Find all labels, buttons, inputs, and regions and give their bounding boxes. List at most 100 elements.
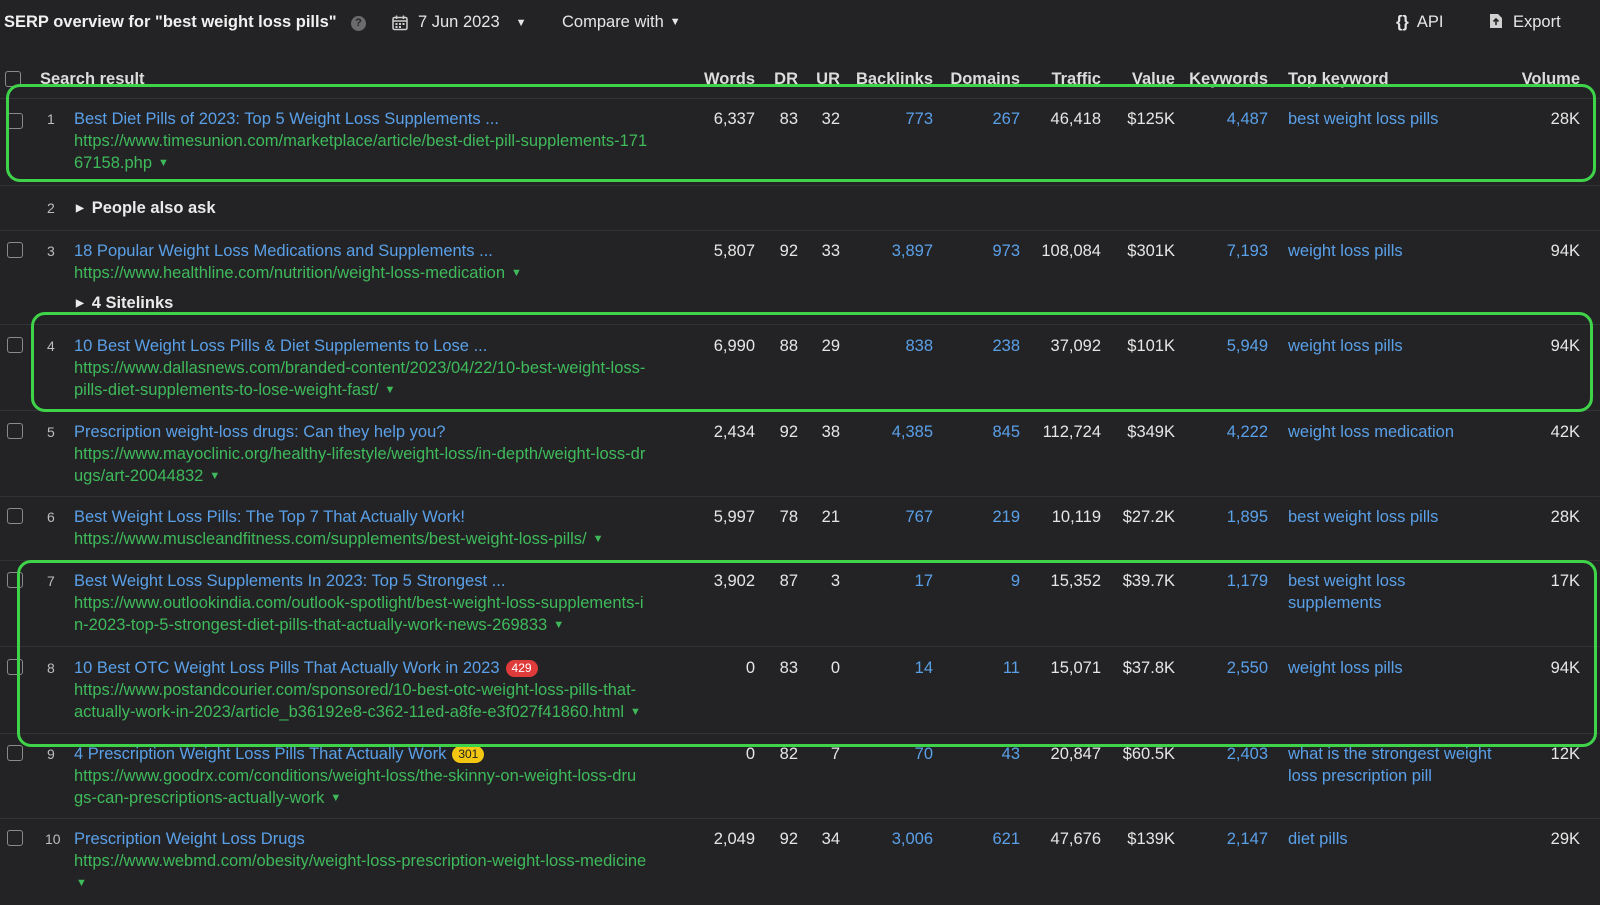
result-url[interactable]: https://www.healthline.com/nutrition/wei… bbox=[74, 262, 522, 284]
row-checkbox[interactable] bbox=[7, 423, 23, 439]
backlinks-link[interactable]: 773 bbox=[850, 108, 933, 130]
date-picker[interactable]: 7 Jun 2023 ▼ bbox=[392, 13, 527, 32]
top-keyword-link[interactable]: best weight loss pills bbox=[1288, 108, 1438, 130]
result-url-cont[interactable]: n-2023-top-5-strongest-diet-pills-that-a… bbox=[74, 614, 564, 636]
keywords-link[interactable]: 1,179 bbox=[1185, 570, 1268, 592]
top-keyword-link[interactable]: best weight loss pills bbox=[1288, 506, 1438, 528]
top-keyword-link[interactable]: diet pills bbox=[1288, 828, 1348, 850]
domains-link[interactable]: 845 bbox=[945, 421, 1020, 443]
top-keyword-link[interactable]: what is the strongest weight bbox=[1288, 743, 1492, 765]
top-keyword-link[interactable]: best weight loss bbox=[1288, 570, 1405, 592]
keywords-link[interactable]: 5,949 bbox=[1185, 335, 1268, 357]
backlinks-link[interactable]: 4,385 bbox=[850, 421, 933, 443]
keywords-link[interactable]: 2,403 bbox=[1185, 743, 1268, 765]
keywords-link[interactable]: 4,222 bbox=[1185, 421, 1268, 443]
top-keyword-link[interactable]: weight loss pills bbox=[1288, 657, 1403, 679]
result-url-cont[interactable]: gs-can-prescriptions-actually-work ▼ bbox=[74, 787, 341, 809]
col-search-result[interactable]: Search result bbox=[40, 70, 145, 89]
chevron-down-icon[interactable]: ▼ bbox=[511, 267, 522, 279]
backlinks-link[interactable]: 14 bbox=[850, 657, 933, 679]
result-url[interactable]: https://www.webmd.com/obesity/weight-los… bbox=[74, 850, 646, 872]
col-value[interactable]: Value bbox=[1110, 70, 1175, 89]
top-keyword-link[interactable]: weight loss pills bbox=[1288, 240, 1403, 262]
row-checkbox[interactable] bbox=[7, 508, 23, 524]
chevron-down-icon[interactable]: ▼ bbox=[630, 706, 641, 718]
result-title[interactable]: 18 Popular Weight Loss Medications and S… bbox=[74, 240, 493, 262]
domains-link[interactable]: 43 bbox=[945, 743, 1020, 765]
result-url[interactable]: https://www.postandcourier.com/sponsored… bbox=[74, 679, 636, 701]
col-keywords[interactable]: Keywords bbox=[1185, 70, 1268, 89]
result-url-cont[interactable]: actually-work-in-2023/article_b36192e8-c… bbox=[74, 701, 641, 723]
backlinks-link[interactable]: 3,897 bbox=[850, 240, 933, 262]
api-button[interactable]: {} API bbox=[1396, 13, 1443, 32]
result-url-cont[interactable]: ugs/art-20044832 ▼ bbox=[74, 465, 220, 487]
backlinks-link[interactable]: 70 bbox=[850, 743, 933, 765]
top-keyword-link-cont[interactable]: loss prescription pill bbox=[1288, 765, 1432, 787]
domains-link[interactable]: 267 bbox=[945, 108, 1020, 130]
chevron-down-icon[interactable]: ▼ bbox=[158, 157, 169, 169]
col-backlinks[interactable]: Backlinks bbox=[850, 70, 933, 89]
result-url[interactable]: https://www.outlookindia.com/outlook-spo… bbox=[74, 592, 644, 614]
row-checkbox[interactable] bbox=[7, 572, 23, 588]
result-title[interactable]: Best Weight Loss Pills: The Top 7 That A… bbox=[74, 506, 465, 528]
domains-link[interactable]: 9 bbox=[945, 570, 1020, 592]
help-icon[interactable]: ? bbox=[351, 16, 366, 31]
result-url-cont[interactable]: pills-diet-supplements-to-lose-weight-fa… bbox=[74, 379, 395, 401]
backlinks-link[interactable]: 767 bbox=[850, 506, 933, 528]
keywords-link[interactable]: 4,487 bbox=[1185, 108, 1268, 130]
chevron-down-icon[interactable]: ▼ bbox=[209, 470, 220, 482]
col-top-keyword[interactable]: Top keyword bbox=[1288, 70, 1389, 89]
result-url[interactable]: https://www.muscleandfitness.com/supplem… bbox=[74, 528, 604, 550]
result-title[interactable]: Prescription weight-loss drugs: Can they… bbox=[74, 421, 445, 443]
result-url-cont[interactable]: 67158.php ▼ bbox=[74, 152, 169, 174]
row-checkbox[interactable] bbox=[7, 242, 23, 258]
result-url[interactable]: https://www.goodrx.com/conditions/weight… bbox=[74, 765, 636, 787]
url-expand[interactable]: ▼ bbox=[76, 872, 87, 894]
row-checkbox[interactable] bbox=[7, 659, 23, 675]
chevron-down-icon[interactable]: ▼ bbox=[593, 533, 604, 545]
row-checkbox[interactable] bbox=[7, 745, 23, 761]
chevron-down-icon[interactable]: ▼ bbox=[553, 619, 564, 631]
keywords-link[interactable]: 1,895 bbox=[1185, 506, 1268, 528]
row-checkbox[interactable] bbox=[7, 113, 23, 129]
keywords-link[interactable]: 2,550 bbox=[1185, 657, 1268, 679]
top-keyword-link-cont[interactable]: supplements bbox=[1288, 592, 1382, 614]
export-button[interactable]: Export bbox=[1489, 13, 1561, 32]
result-title[interactable]: 10 Best OTC Weight Loss Pills That Actua… bbox=[74, 657, 538, 679]
people-also-ask-toggle[interactable]: ▶ People also ask bbox=[76, 197, 216, 220]
backlinks-link[interactable]: 17 bbox=[850, 570, 933, 592]
result-title[interactable]: 10 Best Weight Loss Pills & Diet Supplem… bbox=[74, 335, 487, 357]
col-domains[interactable]: Domains bbox=[945, 70, 1020, 89]
chevron-down-icon[interactable]: ▼ bbox=[384, 384, 395, 396]
chevron-down-icon[interactable]: ▼ bbox=[330, 792, 341, 804]
row-checkbox[interactable] bbox=[7, 337, 23, 353]
backlinks-link[interactable]: 838 bbox=[850, 335, 933, 357]
result-url[interactable]: https://www.mayoclinic.org/healthy-lifes… bbox=[74, 443, 645, 465]
keywords-link[interactable]: 7,193 bbox=[1185, 240, 1268, 262]
result-title[interactable]: Best Weight Loss Supplements In 2023: To… bbox=[74, 570, 505, 592]
col-ur[interactable]: UR bbox=[805, 70, 840, 89]
top-keyword-link[interactable]: weight loss medication bbox=[1288, 421, 1454, 443]
col-words[interactable]: Words bbox=[690, 70, 755, 89]
top-keyword-link[interactable]: weight loss pills bbox=[1288, 335, 1403, 357]
domains-link[interactable]: 621 bbox=[945, 828, 1020, 850]
domains-link[interactable]: 11 bbox=[945, 657, 1020, 679]
backlinks-link[interactable]: 3,006 bbox=[850, 828, 933, 850]
result-url[interactable]: https://www.timesunion.com/marketplace/a… bbox=[74, 130, 647, 152]
col-traffic[interactable]: Traffic bbox=[1030, 70, 1101, 89]
select-all-checkbox[interactable] bbox=[5, 71, 21, 87]
domains-link[interactable]: 219 bbox=[945, 506, 1020, 528]
sitelinks-toggle[interactable]: ▶ 4 Sitelinks bbox=[76, 292, 173, 315]
result-title[interactable]: Prescription Weight Loss Drugs bbox=[74, 828, 305, 850]
result-url[interactable]: https://www.dallasnews.com/branded-conte… bbox=[74, 357, 645, 379]
row-checkbox[interactable] bbox=[7, 830, 23, 846]
chevron-down-icon[interactable]: ▼ bbox=[76, 877, 87, 889]
domains-link[interactable]: 238 bbox=[945, 335, 1020, 357]
result-title[interactable]: 4 Prescription Weight Loss Pills That Ac… bbox=[74, 743, 485, 765]
result-title[interactable]: Best Diet Pills of 2023: Top 5 Weight Lo… bbox=[74, 108, 499, 130]
keywords-link[interactable]: 2,147 bbox=[1185, 828, 1268, 850]
col-dr[interactable]: DR bbox=[765, 70, 798, 89]
domains-link[interactable]: 973 bbox=[945, 240, 1020, 262]
compare-with-dropdown[interactable]: Compare with ▼ bbox=[562, 13, 681, 32]
col-volume[interactable]: Volume bbox=[1500, 70, 1580, 89]
